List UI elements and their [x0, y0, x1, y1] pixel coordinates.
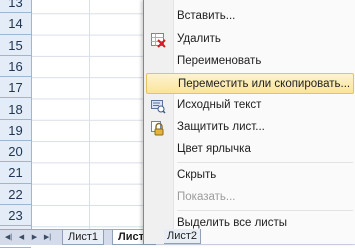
- menu-item-label: Переместить или скопировать...: [178, 78, 351, 90]
- menu-item-label: Вставить...: [177, 10, 236, 22]
- menu-item-label: Переименовать: [177, 55, 262, 67]
- menu-separator: [177, 162, 353, 163]
- row-header[interactable]: 20: [0, 141, 31, 163]
- menu-item-show: Показать...: [146, 187, 354, 208]
- menu-item-label: Скрыть: [177, 169, 217, 181]
- lock-icon: [151, 121, 164, 136]
- menu-item-protect[interactable]: Защитить лист...: [146, 117, 354, 138]
- menu-item-tab-color[interactable]: Цвет ярлычка: [146, 139, 354, 160]
- row-header[interactable]: 16: [0, 56, 31, 78]
- menu-item-rename[interactable]: Переименовать: [146, 51, 354, 72]
- menu-item-delete[interactable]: Удалить: [146, 29, 354, 50]
- first-sheet-icon[interactable]: ◀|: [4, 233, 13, 242]
- menu-item-label: Защитить лист...: [177, 121, 265, 133]
- menu-item-insert[interactable]: Вставить...: [146, 6, 354, 27]
- sheet-context-menu: Вставить... Удалить Переименовать Переме…: [143, 0, 355, 244]
- prev-sheet-icon[interactable]: ◀: [17, 233, 26, 242]
- menu-item-label: Удалить: [177, 33, 221, 45]
- tab-sheet1[interactable]: Лист1: [62, 230, 105, 245]
- row-headers: 13 14 15 16 17 18 19 20 21 22 23 24: [0, 0, 32, 248]
- row-header[interactable]: 15: [0, 35, 31, 56]
- row-header[interactable]: 18: [0, 99, 31, 120]
- menu-item-hide[interactable]: Скрыть: [146, 165, 354, 186]
- view-code-icon: [151, 100, 166, 114]
- row-header[interactable]: 17: [0, 77, 31, 99]
- menu-item-view-code[interactable]: Исходный текст: [146, 95, 354, 116]
- menu-item-label: Показать...: [177, 191, 236, 203]
- menu-item-label: Исходный текст: [177, 99, 262, 111]
- menu-item-move-copy[interactable]: Переместить или скопировать...: [146, 73, 354, 94]
- row-header[interactable]: 21: [0, 162, 31, 184]
- last-sheet-icon[interactable]: ▶|: [43, 233, 52, 242]
- delete-sheet-icon: [151, 33, 166, 48]
- row-header[interactable]: 14: [0, 13, 31, 35]
- tab-sheet2[interactable]: Лист2: [164, 229, 202, 244]
- row-header[interactable]: 22: [0, 184, 31, 205]
- row-header[interactable]: 23: [0, 205, 31, 227]
- row-header[interactable]: 19: [0, 120, 31, 142]
- row-header[interactable]: 13: [0, 0, 31, 14]
- next-sheet-icon[interactable]: ▶: [30, 233, 39, 242]
- menu-item-label: Цвет ярлычка: [177, 143, 251, 155]
- menu-separator: [177, 210, 353, 211]
